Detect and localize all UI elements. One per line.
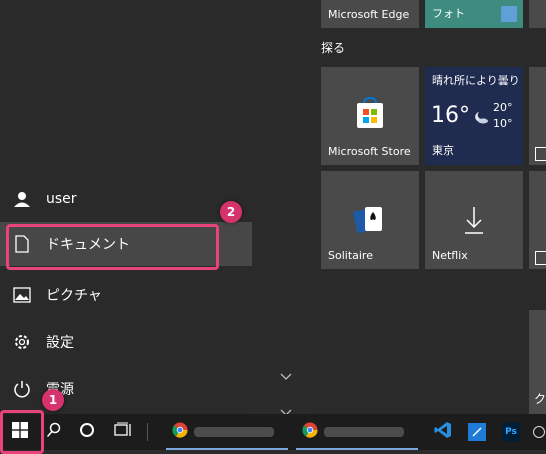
tray-icon	[533, 426, 545, 438]
cortana-circle-icon	[79, 422, 95, 442]
chrome-icon	[302, 422, 318, 442]
sidebar-item-user[interactable]: user	[0, 177, 252, 221]
tile-label: フォト	[432, 7, 465, 20]
chevron-down-icon[interactable]	[280, 366, 292, 385]
weather-low: 10°	[493, 117, 513, 130]
task-view-icon	[114, 422, 132, 442]
store-bag-icon	[355, 96, 385, 133]
tile-netflix[interactable]: Netflix	[425, 171, 523, 269]
annotation-marker-2: 2	[220, 201, 242, 223]
task-view-button[interactable]	[108, 414, 138, 450]
sidebar-item-power[interactable]: 電源	[0, 367, 252, 411]
tile-label: Microsoft Store	[328, 145, 411, 158]
tile-partial-bottom[interactable]: ク	[529, 310, 546, 414]
tile-label: ク	[534, 392, 546, 406]
sidebar-item-label: 設定	[46, 335, 74, 351]
tile-label: Solitaire	[328, 249, 373, 262]
window-title-blurred	[194, 427, 274, 437]
tile-partial-right-2[interactable]	[529, 171, 546, 269]
weather-temp: 16°	[431, 103, 470, 128]
sidebar-item-label: ピクチャ	[46, 288, 102, 304]
sidebar-item-settings[interactable]: 設定	[0, 320, 252, 364]
window-title-blurred	[324, 427, 404, 437]
taskbar: Ps	[0, 414, 546, 450]
pictures-icon	[12, 285, 32, 305]
group-label-explore: 探る	[321, 41, 346, 55]
taskbar-chrome-window-1[interactable]	[166, 414, 288, 450]
tile-edge[interactable]: Microsoft Edge	[321, 0, 419, 28]
tile-label: Netflix	[432, 249, 468, 262]
sidebar-item-label: user	[46, 191, 77, 207]
weather-condition: 晴れ所により曇り	[432, 74, 520, 87]
tile-partial-right-1[interactable]	[529, 67, 546, 165]
start-highlight-box	[0, 410, 44, 454]
taskbar-chrome-window-2[interactable]	[296, 414, 418, 450]
photoshop-icon: Ps	[502, 423, 520, 441]
taskbar-overflow[interactable]	[532, 414, 546, 450]
scroll-area	[252, 0, 310, 416]
taskbar-pen-app[interactable]	[462, 414, 492, 450]
tile-solitaire[interactable]: Solitaire	[321, 171, 419, 269]
weather-city: 東京	[432, 144, 454, 157]
cards-icon	[353, 205, 387, 239]
tile-partial-top[interactable]	[529, 0, 546, 28]
sidebar-item-pictures[interactable]: ピクチャ	[0, 273, 252, 317]
start-sidebar: user ドキュメント ピクチャ 設定 電源	[0, 0, 252, 414]
moon-cloud-icon	[473, 109, 489, 128]
cortana-button[interactable]	[72, 414, 102, 450]
gear-icon	[12, 332, 32, 352]
taskbar-photoshop[interactable]: Ps	[496, 414, 526, 450]
chrome-icon	[172, 422, 188, 442]
vscode-icon	[434, 421, 452, 443]
tile-photos[interactable]: フォト	[425, 0, 523, 28]
tiles-panel: Microsoft Edge フォト 探る Microsoft Store 晴れ…	[310, 0, 546, 414]
annotation-marker-1: 1	[42, 389, 64, 411]
power-icon	[12, 379, 32, 399]
taskbar-vscode[interactable]	[428, 414, 458, 450]
photos-icon	[501, 6, 517, 22]
search-button[interactable]	[40, 414, 68, 450]
documents-highlight-box	[6, 224, 219, 270]
weather-high: 20°	[493, 101, 513, 114]
pen-app-icon	[468, 423, 486, 441]
app-icon	[535, 147, 546, 161]
app-icon	[535, 251, 546, 265]
tile-label: Microsoft Edge	[328, 8, 410, 21]
tile-weather[interactable]: 晴れ所により曇り 16° 20° 10° 東京	[425, 67, 523, 165]
tile-microsoft-store[interactable]: Microsoft Store	[321, 67, 419, 165]
taskbar-divider	[147, 423, 148, 441]
download-icon	[463, 205, 485, 239]
user-icon	[12, 189, 32, 209]
search-icon	[46, 422, 62, 442]
